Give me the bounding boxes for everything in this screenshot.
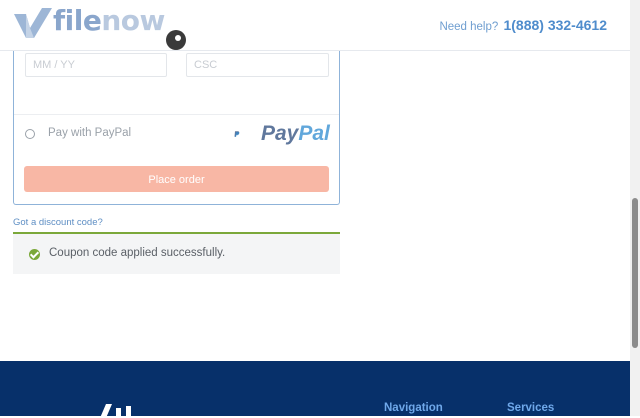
- filenow-logo-icon[interactable]: [12, 6, 52, 40]
- phone-link[interactable]: 1(888) 332-4612: [503, 17, 607, 33]
- help-label: Need help?: [439, 21, 499, 33]
- divider: [14, 114, 339, 115]
- coupon-success-message: Coupon code applied successfully.: [49, 247, 226, 259]
- site-header: filenow Need help? 1(888) 332-4612: [0, 0, 630, 51]
- page-scrollbar[interactable]: [630, 0, 640, 416]
- paypal-option-label[interactable]: Pay with PayPal: [48, 127, 131, 139]
- discount-code-link[interactable]: Got a discount code?: [13, 217, 103, 228]
- brand-now: now: [101, 4, 165, 37]
- check-circle-icon: [29, 249, 40, 260]
- paypal-radio[interactable]: [25, 129, 35, 139]
- brand-wordmark[interactable]: filenow: [53, 4, 165, 37]
- card-csc-input[interactable]: CSC: [186, 53, 329, 77]
- payment-card: MM / YY CSC Pay with PayPal PayPal Place…: [13, 38, 340, 205]
- brand-file: file: [53, 4, 102, 37]
- footer-services-heading: Services: [507, 402, 555, 414]
- paypal-brand-pay: Pay: [261, 122, 299, 145]
- paypal-p-icon: [234, 131, 240, 138]
- cursor-icon: [166, 30, 186, 50]
- footer-navigation-heading: Navigation: [384, 402, 443, 414]
- paypal-wordmark: PayPal: [261, 122, 330, 146]
- help-contact: Need help? 1(888) 332-4612: [439, 17, 607, 33]
- coupon-success-banner: Coupon code applied successfully.: [13, 232, 340, 274]
- site-footer: Navigation Services: [0, 361, 630, 418]
- place-order-button[interactable]: Place order: [24, 166, 329, 192]
- card-expiry-input[interactable]: MM / YY: [25, 53, 167, 77]
- paypal-brand-pal: Pal: [298, 122, 330, 145]
- scrollbar-thumb[interactable]: [632, 198, 638, 348]
